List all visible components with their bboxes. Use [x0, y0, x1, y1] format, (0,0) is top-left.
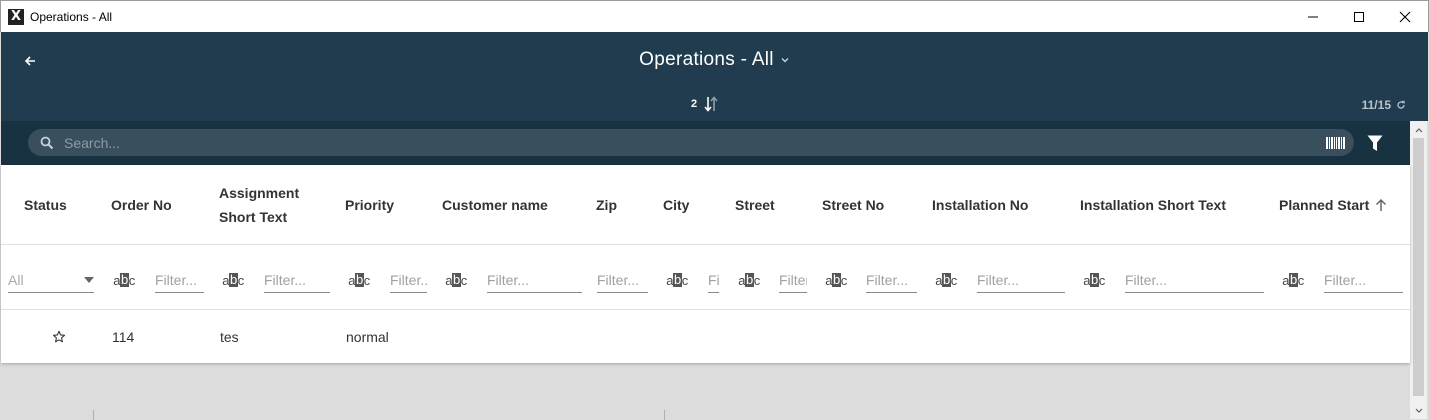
record-count: 11/15	[1361, 98, 1391, 112]
column-header-priority[interactable]: Priority	[345, 165, 394, 245]
status-filter-select[interactable]: All	[8, 267, 94, 293]
close-icon	[1399, 11, 1411, 23]
column-header-zip[interactable]: Zip	[596, 165, 617, 245]
grid-filter-row: All abc abc abc abc abc abc abc abc abc …	[1, 245, 1410, 310]
scroll-down-button[interactable]	[1410, 402, 1427, 419]
abc-text-filter-icon[interactable]: abc	[348, 272, 370, 288]
minimize-icon	[1308, 16, 1318, 18]
order-no-cell: 114	[112, 328, 135, 345]
status-cell[interactable]	[52, 310, 66, 363]
column-header-status[interactable]: Status	[24, 165, 67, 245]
barcode-icon	[1326, 136, 1345, 149]
column-header-order-no[interactable]: Order No	[111, 165, 172, 245]
search-bar	[1, 121, 1410, 165]
column-header-assignment-short-text[interactable]: Assignment Short Text	[219, 165, 319, 245]
sort-arrows-icon	[704, 96, 718, 112]
abc-text-filter-icon[interactable]: abc	[1083, 272, 1105, 288]
app-logo-icon: X	[8, 8, 24, 25]
column-header-installation-no[interactable]: Installation No	[932, 165, 1028, 245]
column-header-city[interactable]: City	[663, 165, 689, 245]
close-button[interactable]	[1382, 1, 1428, 33]
grid-header-row: Status Order No Assignment Short Text Pr…	[1, 165, 1410, 245]
abc-text-filter-icon[interactable]: abc	[1282, 272, 1304, 288]
window-title: Operations - All	[30, 9, 113, 24]
sort-ascending-icon	[1376, 198, 1387, 211]
page-title: Operations - All	[639, 49, 774, 70]
column-divider	[664, 410, 665, 420]
abc-text-filter-icon[interactable]: abc	[825, 272, 847, 288]
abc-text-filter-icon[interactable]: abc	[738, 272, 760, 288]
filter-input-customer-name[interactable]	[487, 267, 582, 293]
filter-input-assignment-short-text[interactable]	[264, 267, 330, 293]
filter-input-installation-short-text[interactable]	[1125, 267, 1264, 293]
assignment-short-text-cell: tes	[220, 328, 239, 345]
filter-input-priority[interactable]	[390, 267, 427, 293]
table-row[interactable]: 114 tes normal	[1, 310, 1410, 363]
column-header-installation-short-text[interactable]: Installation Short Text	[1080, 165, 1226, 245]
refresh-icon	[1397, 100, 1405, 109]
maximize-icon	[1354, 12, 1364, 22]
filter-funnel-icon	[1367, 135, 1383, 151]
scrollbar-thumb[interactable]	[1413, 138, 1424, 396]
filter-button[interactable]	[1363, 133, 1387, 153]
page-title-dropdown[interactable]: Operations - All	[1, 49, 1428, 71]
chevron-down-icon	[781, 57, 789, 63]
sort-button[interactable]: 2	[691, 95, 719, 113]
column-divider	[93, 410, 94, 420]
abc-text-filter-icon[interactable]: abc	[935, 272, 957, 288]
abc-text-filter-icon[interactable]: abc	[445, 272, 467, 288]
search-input[interactable]	[64, 134, 1264, 151]
filter-input-street-no[interactable]	[866, 267, 917, 293]
record-counter[interactable]: 11/15	[1362, 98, 1406, 112]
filter-input-installation-no[interactable]	[977, 267, 1065, 293]
caret-down-icon	[84, 276, 94, 283]
scroll-up-button[interactable]	[1410, 121, 1427, 138]
star-outline-icon	[52, 330, 66, 342]
vertical-scrollbar[interactable]	[1410, 121, 1427, 419]
column-header-customer-name[interactable]: Customer name	[442, 165, 548, 245]
column-header-street-no[interactable]: Street No	[822, 165, 884, 245]
status-filter-value: All	[8, 271, 24, 288]
magnifier-icon	[40, 136, 54, 149]
operations-grid: Status Order No Assignment Short Text Pr…	[1, 165, 1410, 363]
app-header: Operations - All 2 11/15	[1, 32, 1428, 121]
filter-input-zip[interactable]	[597, 267, 648, 293]
filter-input-street[interactable]	[779, 267, 807, 293]
maximize-button[interactable]	[1336, 1, 1382, 33]
filter-input-city[interactable]	[708, 267, 719, 293]
abc-text-filter-icon[interactable]: abc	[113, 272, 135, 288]
minimize-button[interactable]	[1290, 1, 1336, 33]
filter-input-planned-start[interactable]	[1324, 267, 1403, 293]
window-titlebar: X Operations - All	[0, 0, 1429, 32]
column-header-street[interactable]: Street	[735, 165, 775, 245]
window-controls	[1290, 1, 1428, 33]
sort-count: 2	[691, 98, 698, 110]
column-header-planned-start[interactable]: Planned Start	[1279, 165, 1387, 245]
abc-text-filter-icon[interactable]: abc	[222, 272, 244, 288]
chevron-down-icon	[1415, 408, 1422, 413]
barcode-scan-button[interactable]	[1318, 129, 1354, 156]
chevron-up-icon	[1415, 127, 1422, 132]
abc-text-filter-icon[interactable]: abc	[666, 272, 688, 288]
search-field[interactable]	[28, 129, 1318, 156]
priority-cell: normal	[346, 328, 389, 345]
filter-input-order-no[interactable]	[155, 267, 204, 293]
